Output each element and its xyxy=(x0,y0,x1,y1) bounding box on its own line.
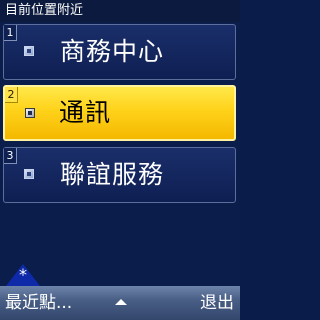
menu-item-social-services[interactable]: 3 聯誼服務 xyxy=(3,147,236,203)
softkey-recent-points[interactable]: 最近點... xyxy=(5,286,72,320)
square-bullet-icon xyxy=(24,169,34,179)
menu-item-label: 聯誼服務 xyxy=(60,160,165,189)
star-key-icon: * xyxy=(19,265,27,284)
menu-item-business-center[interactable]: 1 商務中心 xyxy=(3,24,236,80)
menu-item-label: 商務中心 xyxy=(60,37,165,66)
square-bullet-icon xyxy=(24,46,34,56)
item-index: 2 xyxy=(5,87,18,103)
softkey-exit[interactable]: 退出 xyxy=(200,286,234,320)
up-arrow-icon[interactable] xyxy=(115,299,127,305)
menu-item-label: 通訊 xyxy=(59,98,112,127)
item-index: 1 xyxy=(4,25,17,41)
square-bullet-icon xyxy=(25,108,35,118)
screen: 目前位置附近 1 商務中心 2 通訊 3 聯誼服務 * 最近點... 退出 xyxy=(0,0,240,320)
menu-item-communications[interactable]: 2 通訊 xyxy=(3,85,236,141)
item-index: 3 xyxy=(4,148,17,164)
page-title: 目前位置附近 xyxy=(0,0,240,22)
